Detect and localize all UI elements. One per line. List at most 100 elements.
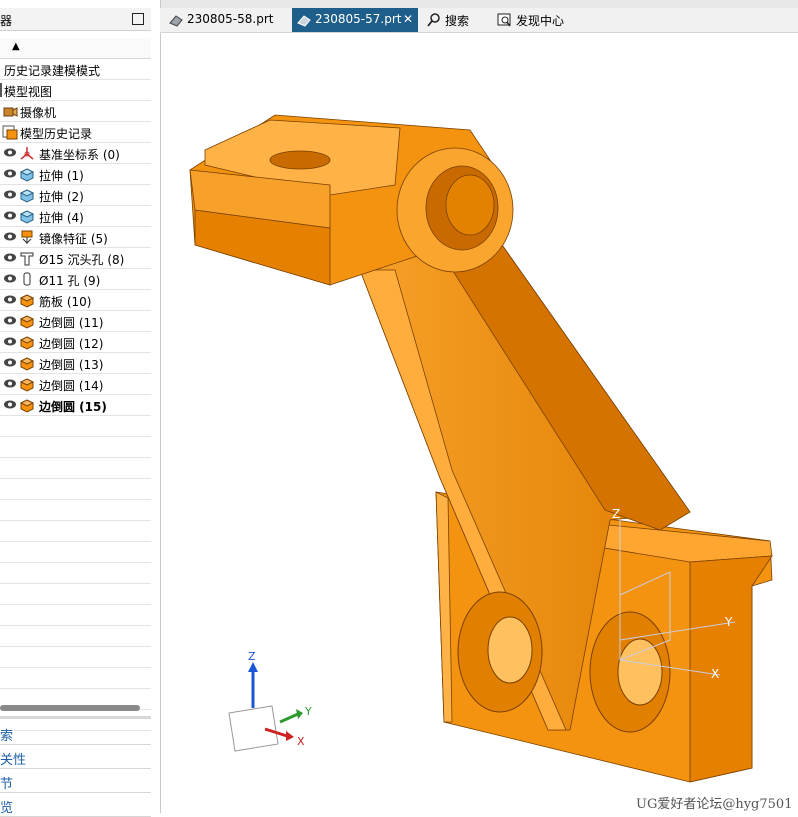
tab-230805-58[interactable]: 230805-58.prt bbox=[164, 8, 288, 32]
counterbore-hole-icon bbox=[20, 252, 34, 266]
discovery-icon bbox=[497, 13, 511, 27]
eye-visibility-icon[interactable] bbox=[4, 169, 16, 178]
section-preview-label: 预览 bbox=[0, 801, 14, 816]
section-dependencies[interactable]: 相关性 bbox=[0, 746, 151, 769]
hole-icon bbox=[23, 272, 31, 286]
csys-y-label: Y bbox=[724, 615, 733, 629]
tree-row-feature[interactable]: 镜像特征 (5) bbox=[0, 227, 151, 248]
graphics-viewport[interactable]: Z Y X Z Y X bbox=[161, 33, 798, 813]
panel-splitter[interactable] bbox=[0, 716, 151, 719]
tree-row-empty bbox=[0, 584, 151, 605]
section-search-label: 搜索 bbox=[0, 729, 14, 744]
edge-blend-icon bbox=[19, 357, 35, 371]
tree-row-feature[interactable]: 拉伸 (4) bbox=[0, 206, 151, 227]
mirror-feature-icon bbox=[21, 230, 33, 244]
edge-blend-icon bbox=[19, 336, 35, 350]
tree-row-label: 基准坐标系 (0) bbox=[39, 148, 120, 162]
part-file-icon bbox=[297, 15, 311, 27]
tree-row-feature[interactable]: Ø11 孔 (9) bbox=[0, 269, 151, 290]
tree-row-label: Ø11 孔 (9) bbox=[39, 274, 101, 288]
section-details[interactable]: 细节 bbox=[0, 770, 151, 793]
extrude-icon bbox=[19, 210, 35, 224]
edge-blend-icon bbox=[19, 399, 35, 413]
eye-visibility-icon[interactable] bbox=[4, 190, 16, 199]
tree-row-label: 拉伸 (1) bbox=[39, 169, 84, 183]
tree-row-feature[interactable]: 筋板 (10) bbox=[0, 290, 151, 311]
section-search[interactable]: 搜索 bbox=[0, 722, 151, 745]
counterbore-hole-left[interactable] bbox=[457, 591, 543, 713]
csys-z-label: Z bbox=[612, 507, 620, 521]
tree-row-history-mode[interactable]: 历史记录建模模式 bbox=[0, 59, 151, 80]
search-icon bbox=[427, 13, 440, 27]
tab-label: 搜索 bbox=[445, 14, 470, 28]
maximize-icon[interactable] bbox=[132, 13, 144, 25]
tree-row-label: 筋板 (10) bbox=[39, 295, 92, 309]
tree-row-feature[interactable]: 边倒圆 (14) bbox=[0, 374, 151, 395]
rib-icon bbox=[19, 294, 35, 308]
eye-visibility-icon[interactable] bbox=[4, 253, 16, 262]
tree-row-empty bbox=[0, 521, 151, 542]
sort-ascending-icon[interactable]: ▲ bbox=[12, 41, 20, 52]
tree-row-label: 边倒圆 (12) bbox=[39, 337, 104, 351]
tree-row-label: 边倒圆 (15) bbox=[39, 400, 107, 414]
eye-visibility-icon[interactable] bbox=[4, 295, 16, 304]
counterbore-hole-right[interactable] bbox=[589, 611, 671, 733]
eye-visibility-icon[interactable] bbox=[4, 400, 16, 409]
section-preview[interactable]: 预览 bbox=[0, 794, 151, 817]
eye-visibility-icon[interactable] bbox=[4, 274, 16, 283]
tree-row-model-views[interactable]: 模型视图 bbox=[0, 80, 151, 101]
tree-row-empty bbox=[0, 626, 151, 647]
view-triad[interactable] bbox=[228, 662, 303, 752]
tree-row-empty bbox=[0, 458, 151, 479]
eye-visibility-icon[interactable] bbox=[4, 316, 16, 325]
tree-row-model-history[interactable]: 模型历史记录 bbox=[0, 122, 151, 143]
tree-row-camera[interactable]: 摄像机 bbox=[0, 101, 151, 122]
tree-row-label: 边倒圆 (14) bbox=[39, 379, 104, 393]
tree-row-empty bbox=[0, 437, 151, 458]
datum-csys-icon bbox=[20, 147, 34, 160]
tree-row-label: 模型历史记录 bbox=[20, 127, 93, 141]
horizontal-scrollbar[interactable] bbox=[0, 702, 148, 714]
eye-visibility-icon[interactable] bbox=[4, 379, 16, 388]
tab-230805-57[interactable]: 230805-57.prt ✕ bbox=[292, 8, 418, 32]
tree-row-empty bbox=[0, 500, 151, 521]
model-view[interactable]: Z Y X Z Y X bbox=[161, 33, 798, 813]
tree-row-empty bbox=[0, 563, 151, 584]
navigator-tree: ▲ 历史记录建模模式 模型视图 摄像机 模型历史记录 基准坐标系 (0) 拉伸 … bbox=[0, 38, 151, 731]
extrude-icon bbox=[19, 168, 35, 182]
tree-row-feature-current[interactable]: 边倒圆 (15) bbox=[0, 395, 151, 416]
part-top-clamp[interactable] bbox=[189, 114, 514, 286]
csys-x-label: X bbox=[711, 667, 719, 681]
tree-expander-line bbox=[0, 83, 2, 97]
eye-visibility-icon[interactable] bbox=[4, 232, 16, 241]
tab-label: 230805-57.prt bbox=[315, 12, 402, 26]
history-folder-icon bbox=[2, 125, 18, 140]
eye-visibility-icon[interactable] bbox=[4, 358, 16, 367]
tree-row-empty bbox=[0, 647, 151, 668]
tab-discovery-center[interactable]: 发现中心 bbox=[494, 8, 578, 32]
triad-x-label: X bbox=[297, 735, 305, 748]
eye-visibility-icon[interactable] bbox=[4, 211, 16, 220]
tree-row-feature[interactable]: 边倒圆 (13) bbox=[0, 353, 151, 374]
navigator-header: 导航器 bbox=[0, 8, 151, 31]
tree-row-empty bbox=[0, 416, 151, 437]
tree-row-feature[interactable]: 边倒圆 (11) bbox=[0, 311, 151, 332]
extrude-icon bbox=[19, 189, 35, 203]
tree-row-label: Ø15 沉头孔 (8) bbox=[39, 253, 125, 267]
tree-row-feature[interactable]: 基准坐标系 (0) bbox=[0, 143, 151, 164]
eye-visibility-icon[interactable] bbox=[4, 337, 16, 346]
eye-visibility-icon[interactable] bbox=[4, 148, 16, 157]
tree-row-feature[interactable]: Ø15 沉头孔 (8) bbox=[0, 248, 151, 269]
part-navigator-panel: 导航器 ▲ 历史记录建模模式 模型视图 摄像机 模型历史记录 bbox=[0, 0, 161, 817]
section-dependencies-label: 相关性 bbox=[0, 753, 27, 768]
close-icon[interactable]: ✕ bbox=[403, 12, 413, 26]
tree-row-empty bbox=[0, 668, 151, 689]
tree-row-label: 拉伸 (4) bbox=[39, 211, 84, 225]
tree-row-feature[interactable]: 拉伸 (1) bbox=[0, 164, 151, 185]
tab-search[interactable]: 搜索 bbox=[422, 8, 492, 32]
tree-column-header[interactable]: ▲ bbox=[0, 38, 151, 59]
scrollbar-thumb[interactable] bbox=[0, 705, 140, 711]
tree-row-label: 拉伸 (2) bbox=[39, 190, 84, 204]
tree-row-feature[interactable]: 边倒圆 (12) bbox=[0, 332, 151, 353]
tree-row-feature[interactable]: 拉伸 (2) bbox=[0, 185, 151, 206]
